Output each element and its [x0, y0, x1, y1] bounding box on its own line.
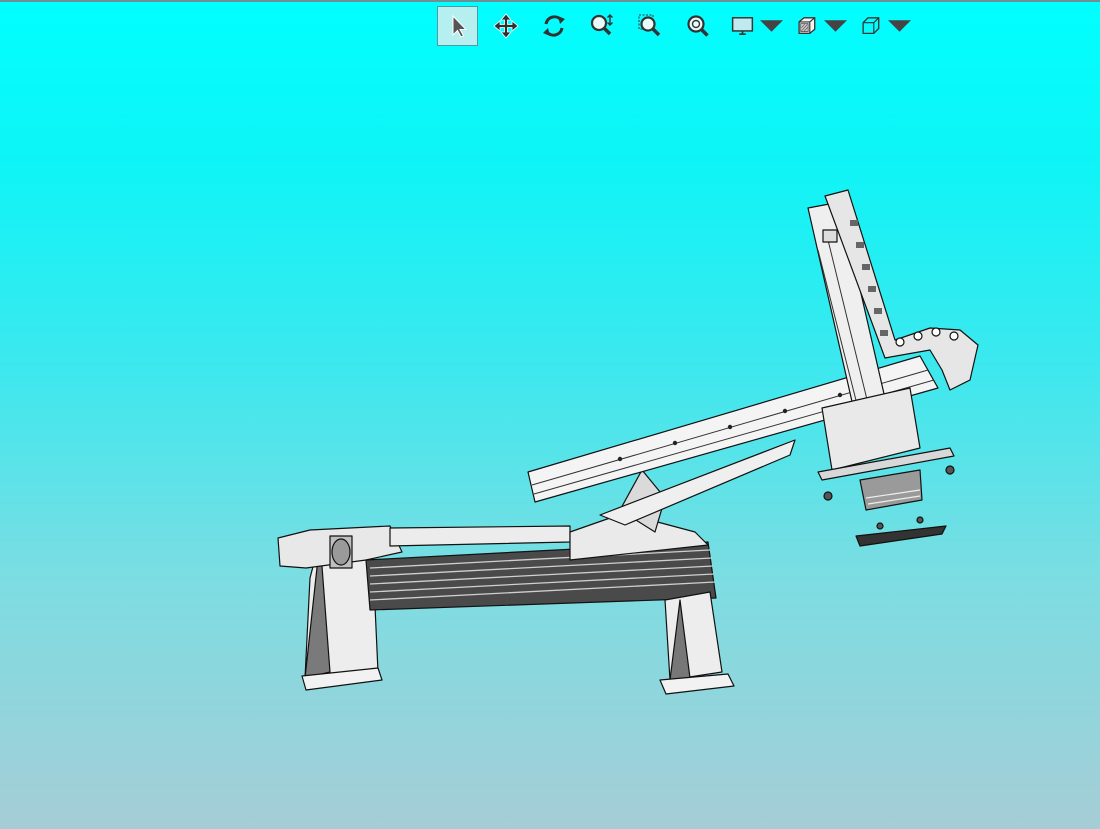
select-button[interactable] [437, 6, 478, 46]
view-orientation-button[interactable] [853, 6, 911, 46]
rotate-icon [542, 15, 565, 37]
chevron-down-icon[interactable] [824, 12, 847, 40]
zoom-in-out-icon [590, 14, 613, 36]
zoom-fit-icon [686, 15, 709, 37]
zoom-in-out-button[interactable] [581, 6, 622, 46]
pan-move-icon [492, 13, 519, 39]
section-view-button[interactable] [789, 6, 847, 46]
robot-gantry-model [277, 189, 979, 695]
zoom-window-button[interactable] [629, 6, 670, 46]
zoom-fit-button[interactable] [677, 6, 718, 46]
rotate-button[interactable] [533, 6, 574, 46]
window-top-border [0, 0, 1100, 2]
display-style-button[interactable] [725, 6, 783, 46]
chevron-down-icon[interactable] [888, 12, 911, 40]
chevron-down-icon[interactable] [760, 12, 783, 40]
section-view-icon [798, 17, 816, 35]
cube-view-icon [862, 17, 880, 35]
monitor-icon [731, 17, 754, 36]
zoom-window-icon [638, 14, 660, 37]
view-toolbar [437, 5, 917, 47]
pan-button[interactable] [485, 6, 526, 46]
select-arrow-icon [452, 14, 467, 38]
3d-viewport[interactable] [0, 50, 1100, 829]
